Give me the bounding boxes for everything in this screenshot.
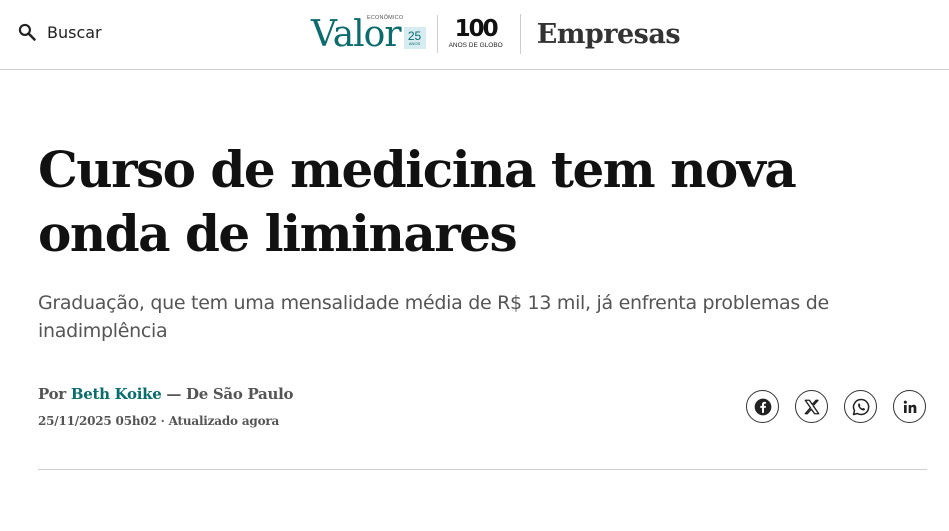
globo-100-logo: 100 ANOS DE GLOBO (449, 18, 503, 50)
author-link[interactable]: Beth Koike (71, 385, 162, 403)
globo-number: 100 (454, 16, 499, 43)
dateline: 25/11/2025 05h02 · Atualizado agora (38, 414, 280, 428)
share-facebook-button[interactable] (746, 390, 779, 423)
byline: Por Beth Koike — De São Paulo (38, 385, 293, 403)
section-title[interactable]: Empresas (537, 19, 681, 50)
search-icon (17, 22, 37, 42)
article-headline: Curso de medicina tem nova onda de limin… (38, 140, 797, 263)
x-icon (803, 398, 821, 416)
share-x-button[interactable] (795, 390, 828, 423)
anniversary-label: ANOS (408, 41, 421, 46)
article-divider (38, 469, 927, 470)
linkedin-icon (902, 399, 918, 415)
share-whatsapp-button[interactable] (844, 390, 877, 423)
valor-tag: ECONÔMICO (367, 15, 404, 21)
share-buttons (746, 390, 926, 423)
article-subheadline: Graduação, que tem uma mensalidade média… (38, 292, 829, 342)
valor-logo[interactable]: Valor ECONÔMICO 25 ANOS (311, 12, 426, 56)
valor-wordmark: Valor (311, 14, 402, 55)
logo-group: Valor ECONÔMICO 25 ANOS 100 ANOS DE GLOB… (311, 12, 681, 56)
search-label: Buscar (47, 22, 102, 42)
share-linkedin-button[interactable] (893, 390, 926, 423)
search-button[interactable]: Buscar (17, 22, 102, 42)
anniversary-badge: 25 ANOS (403, 27, 426, 49)
logo-divider (436, 15, 438, 53)
byline-location: — De São Paulo (166, 385, 294, 403)
byline-prefix: Por (38, 385, 66, 403)
facebook-icon (753, 397, 773, 417)
section-divider (519, 14, 521, 54)
globo-label: ANOS DE GLOBO (448, 42, 503, 50)
site-header: Buscar Valor ECONÔMICO 25 ANOS 100 ANOS … (0, 0, 949, 70)
whatsapp-icon (851, 397, 871, 417)
